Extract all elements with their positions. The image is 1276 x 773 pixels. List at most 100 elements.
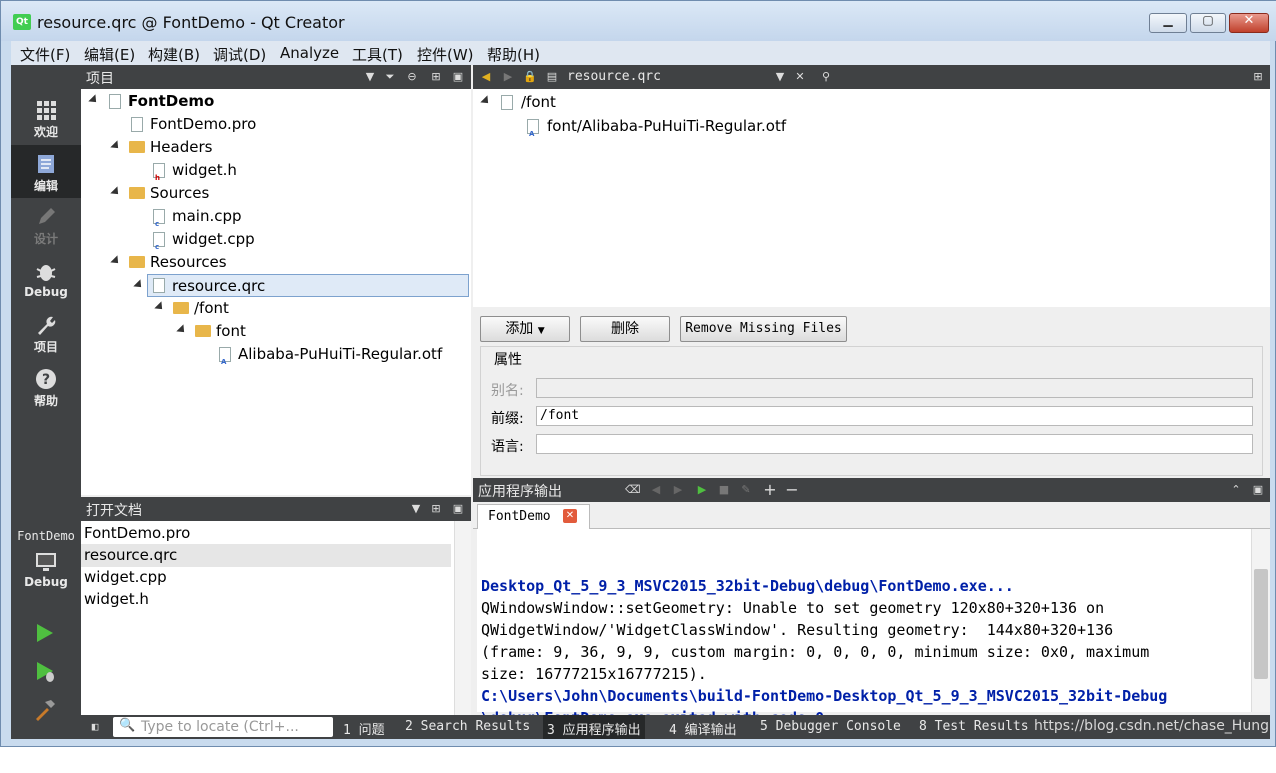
mode-welcome-label: 欢迎	[33, 125, 58, 139]
monitor-icon	[36, 553, 56, 571]
back-icon[interactable]: ◀	[479, 70, 493, 84]
mode-projects[interactable]: 项目	[11, 308, 81, 360]
lock-icon: 🔒	[523, 70, 537, 83]
mode-debug[interactable]: Debug	[11, 255, 81, 307]
scrollbar[interactable]	[454, 521, 471, 715]
classview-icon[interactable]: ⚲	[819, 70, 833, 84]
open-doc-item[interactable]: resource.qrc	[81, 544, 451, 567]
pane-issues[interactable]: 1 问题	[343, 719, 385, 738]
properties-title: 属性	[492, 349, 524, 369]
build-hammer-icon[interactable]	[33, 698, 57, 722]
rerun-icon[interactable]: ▶	[695, 483, 709, 497]
zoom-out-icon[interactable]: −	[785, 482, 799, 498]
close-panel-icon[interactable]: ▣	[451, 502, 465, 516]
app-window: Qt resource.qrc @ FontDemo - Qt Creator …	[0, 0, 1276, 747]
run-icon[interactable]	[34, 622, 56, 644]
close-tab-icon[interactable]: ✕	[563, 509, 577, 523]
split-icon[interactable]: ⊞	[429, 70, 443, 84]
close-button[interactable]: ✕	[1229, 13, 1269, 33]
alias-label: 别名:	[491, 383, 524, 399]
search-icon: 🔍	[119, 718, 136, 733]
menu-build[interactable]: 构建(B)	[148, 44, 200, 65]
bug-icon	[36, 265, 56, 281]
clear-icon[interactable]: ⌫	[625, 483, 641, 497]
output-scrollbar[interactable]	[1251, 529, 1270, 712]
zoom-in-icon[interactable]: +	[763, 482, 777, 498]
locator-placeholder: Type to locate (Ctrl+...	[141, 719, 299, 735]
project-panel-header: 项目 ▼ ⏷ ⊖ ⊞ ▣	[81, 65, 471, 89]
close-panel-icon[interactable]: ▣	[451, 70, 465, 84]
language-field[interactable]	[536, 434, 1253, 454]
scrollbar-handle[interactable]	[1254, 569, 1268, 679]
mode-welcome[interactable]: 欢迎	[11, 93, 81, 145]
pane-search-results[interactable]: 2 Search Results	[405, 719, 530, 734]
output-line: QWidgetWindow/'WidgetClassWindow'. Resul…	[481, 621, 1114, 639]
toggle-sidebar-icon[interactable]: ◧	[88, 720, 102, 734]
split-icon[interactable]: ⊞	[429, 502, 443, 516]
open-doc-item[interactable]: FontDemo.pro	[84, 522, 190, 545]
output-tab-fontdemo[interactable]: FontDemo ✕	[477, 504, 590, 530]
alias-field[interactable]	[536, 378, 1253, 398]
pane-debugger-console[interactable]: 5 Debugger Console	[760, 719, 901, 734]
open-doc-item[interactable]: widget.h	[84, 588, 149, 611]
project-tree: FontDemo FontDemo.pro Headers h widget.h …	[81, 89, 471, 495]
project-panel-title: 项目	[86, 71, 114, 87]
close-document-icon[interactable]: ✕	[793, 70, 807, 84]
minimize-button[interactable]: ▁	[1149, 13, 1187, 33]
open-doc-item[interactable]: widget.cpp	[84, 566, 167, 589]
menu-bar: 文件(F) 编辑(E) 构建(B) 调试(D) Analyze 工具(T) 控件…	[11, 41, 1270, 65]
remove-button[interactable]: 删除	[580, 316, 670, 342]
pane-compile-output[interactable]: 4 编译输出	[669, 719, 737, 738]
tree-item-resource-qrc[interactable]: resource.qrc	[133, 274, 469, 297]
mode-edit[interactable]: 编辑	[11, 145, 81, 198]
mode-projects-label: 项目	[33, 340, 58, 354]
menu-tools[interactable]: 工具(T)	[352, 44, 403, 65]
maximize-button[interactable]: ▢	[1190, 13, 1226, 33]
svg-text:?: ?	[42, 372, 50, 388]
prev-icon[interactable]: ◀	[649, 483, 663, 497]
title-bar: Qt resource.qrc @ FontDemo - Qt Creator …	[1, 1, 1276, 41]
mode-help-label: 帮助	[33, 394, 58, 408]
mode-design-label: 设计	[33, 232, 58, 246]
mode-help[interactable]: ? 帮助	[11, 362, 81, 414]
current-file[interactable]: resource.qrc	[567, 69, 661, 84]
editor-toolbar: ◀ ▶ 🔒 ▤ resource.qrc ▼ ✕ ⚲ ⊞	[473, 65, 1270, 89]
link-icon[interactable]: ⊖	[405, 70, 419, 84]
menu-debug[interactable]: 调试(D)	[213, 44, 266, 65]
filter-icon[interactable]: ⏷	[383, 70, 397, 84]
edit-icon	[38, 155, 54, 173]
output-line: size: 16777215x16777215).	[481, 665, 707, 683]
stop-icon[interactable]: ■	[717, 483, 731, 497]
forward-icon[interactable]: ▶	[501, 70, 515, 84]
attach-debugger-icon[interactable]: ✎	[739, 483, 753, 497]
next-icon[interactable]: ▶	[671, 483, 685, 497]
grid-icon	[37, 101, 56, 120]
mode-design[interactable]: 设计	[11, 200, 81, 252]
mode-edit-label: 编辑	[33, 179, 58, 193]
remove-missing-button[interactable]: Remove Missing Files	[680, 316, 847, 342]
output-console[interactable]: Desktop_Qt_5_9_3_MSVC2015_32bit-Debug\de…	[477, 529, 1251, 727]
dropdown-arrow-icon[interactable]: ▼	[409, 502, 423, 516]
locator-input[interactable]: 🔍 Type to locate (Ctrl+...	[113, 717, 333, 737]
add-button[interactable]: 添加 ▼	[480, 316, 570, 342]
menu-analyze[interactable]: Analyze	[280, 44, 339, 62]
pane-app-output[interactable]: 3 应用程序输出	[543, 715, 645, 739]
prefix-field[interactable]: /font	[536, 406, 1253, 426]
close-pane-icon[interactable]: ▣	[1251, 483, 1265, 497]
split-icon[interactable]: ⊞	[1251, 70, 1265, 84]
main-area: 欢迎 编辑 设计 Debug 项目 ? 帮助 FontDemo Debug 项目…	[11, 65, 1270, 739]
dropdown-arrow-icon[interactable]: ▼	[773, 70, 787, 84]
menu-help[interactable]: 帮助(H)	[487, 44, 540, 65]
debug-run-icon[interactable]	[34, 660, 58, 684]
dropdown-arrow-icon[interactable]: ▼	[363, 70, 377, 84]
resource-properties-area: 添加 ▼ 删除 Remove Missing Files 属性 别名: 前缀: …	[473, 308, 1270, 478]
kit-selector[interactable]: Debug	[11, 551, 81, 601]
pane-test-results[interactable]: 8 Test Results	[919, 719, 1029, 734]
menu-edit[interactable]: 编辑(E)	[84, 44, 135, 65]
kit-project-label: FontDemo	[17, 529, 75, 543]
status-bar: ◧ 🔍 Type to locate (Ctrl+... 1 问题 2 Sear…	[81, 715, 1270, 739]
maximize-pane-icon[interactable]: ⌃	[1229, 483, 1243, 497]
wrench-icon	[38, 316, 56, 335]
menu-file[interactable]: 文件(F)	[20, 44, 70, 65]
menu-widgets[interactable]: 控件(W)	[417, 44, 474, 65]
